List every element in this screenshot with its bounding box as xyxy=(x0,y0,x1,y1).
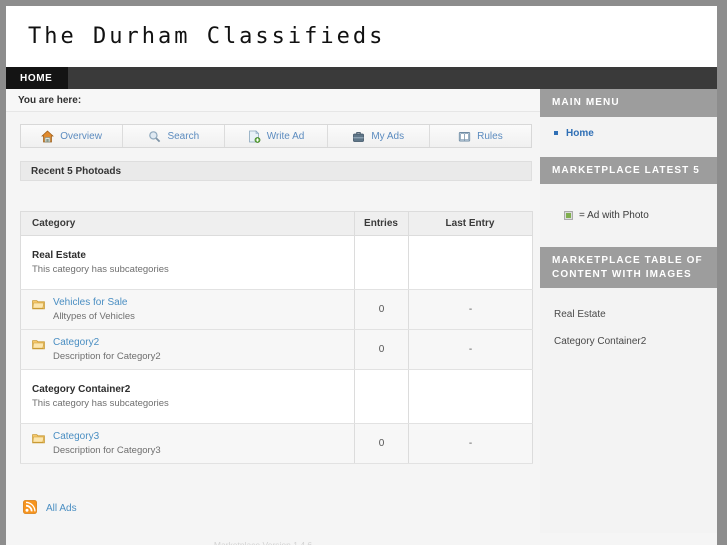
table-header-row: Category Entries Last Entry xyxy=(20,211,533,236)
sidebar-toc-item-real-estate[interactable]: Real Estate xyxy=(554,309,707,320)
sidebar-block-latest: = Ad with Photo xyxy=(540,184,717,247)
recent-photoads-bar: Recent 5 Photoads xyxy=(20,161,532,181)
row-category-link[interactable]: Category2 xyxy=(53,337,161,348)
row-category-cell: Category3 Description for Category3 xyxy=(20,423,355,464)
photo-ad-legend: = Ad with Photo xyxy=(564,210,649,221)
group-blank-last xyxy=(408,235,533,290)
action-my-ads[interactable]: My Ads xyxy=(327,125,430,147)
body-columns: You are here: Overview Search Write Ad M… xyxy=(6,89,717,545)
action-search-label: Search xyxy=(167,130,200,142)
row-category-cell: Category2 Description for Category2 xyxy=(20,329,355,370)
photo-ad-legend-label: = Ad with Photo xyxy=(579,210,649,221)
group-title: Category Container2 xyxy=(32,384,131,395)
column-header-category: Category xyxy=(20,211,355,236)
row-entries: 0 xyxy=(354,289,409,330)
group-blank-last xyxy=(408,369,533,424)
home-icon xyxy=(41,130,55,143)
column-header-last-entry: Last Entry xyxy=(408,211,533,236)
sidebar-heading-main-menu: MAIN MENU xyxy=(540,89,717,117)
action-write-ad-label: Write Ad xyxy=(266,130,305,142)
sidebar-item-home[interactable]: Home xyxy=(554,128,707,139)
category-table: Category Entries Last Entry Real Estate … xyxy=(20,211,533,464)
table-group-row: Category Container2 This category has su… xyxy=(20,369,533,424)
row-category-link[interactable]: Category3 xyxy=(53,431,161,442)
all-ads-label[interactable]: All Ads xyxy=(46,503,77,514)
briefcase-icon xyxy=(352,130,365,143)
action-search[interactable]: Search xyxy=(123,125,226,147)
image-icon xyxy=(564,211,573,220)
footer-version: Marketplace Version 1.4.6 xyxy=(213,540,313,545)
breadcrumb: You are here: xyxy=(6,89,540,112)
sidebar-toc-item-category-container2[interactable]: Category Container2 xyxy=(554,336,707,347)
folder-icon xyxy=(32,339,45,350)
table-row: Category2 Description for Category2 0 - xyxy=(20,329,533,370)
nav-tab-home[interactable]: HOME xyxy=(6,67,69,89)
table-row: Vehicles for Sale Alltypes of Vehicles 0… xyxy=(20,289,533,330)
row-text-wrap: Vehicles for Sale Alltypes of Vehicles xyxy=(53,297,135,322)
action-rules-label: Rules xyxy=(477,130,503,142)
sidebar-heading-latest: MARKETPLACE LATEST 5 xyxy=(540,156,717,184)
sidebar-block-main-menu: Home xyxy=(540,116,717,157)
page-title: The Durham Classifieds xyxy=(28,24,386,49)
book-icon xyxy=(458,130,471,143)
table-group-row: Real Estate This category has subcategor… xyxy=(20,235,533,290)
sidebar: MAIN MENU Home MARKETPLACE LATEST 5 = Ad… xyxy=(540,89,717,533)
page-frame: The Durham Classifieds HOME You are here… xyxy=(0,0,727,545)
row-last-entry: - xyxy=(408,423,533,464)
row-category-description: Description for Category3 xyxy=(53,445,161,456)
action-toolbar: Overview Search Write Ad My Ads Rules xyxy=(20,124,532,148)
group-blank-entries xyxy=(354,235,409,290)
action-overview[interactable]: Overview xyxy=(21,125,124,147)
masthead: The Durham Classifieds xyxy=(6,6,717,67)
row-category-link[interactable]: Vehicles for Sale xyxy=(53,297,135,308)
search-icon xyxy=(148,130,161,143)
bullet-icon xyxy=(554,131,558,135)
rss-icon xyxy=(23,500,37,517)
row-category-cell: Vehicles for Sale Alltypes of Vehicles xyxy=(20,289,355,330)
sidebar-block-toc: Real Estate Category Container2 xyxy=(540,288,717,533)
group-blank-entries xyxy=(354,369,409,424)
row-text-wrap: Category3 Description for Category3 xyxy=(53,431,161,456)
group-cell: Real Estate This category has subcategor… xyxy=(20,235,355,290)
row-category-description: Alltypes of Vehicles xyxy=(53,311,135,322)
column-header-entries: Entries xyxy=(354,211,409,236)
row-text-wrap: Category2 Description for Category2 xyxy=(53,337,161,362)
footer: Marketplace Version 1.4.6 (c) 2005-2008 … xyxy=(20,539,532,545)
action-write-ad[interactable]: Write Ad xyxy=(225,125,328,147)
main-content: You are here: Overview Search Write Ad M… xyxy=(6,89,540,545)
row-last-entry: - xyxy=(408,289,533,330)
new-document-icon xyxy=(248,129,261,143)
folder-icon xyxy=(32,433,45,444)
row-category-description: Description for Category2 xyxy=(53,351,161,362)
action-overview-label: Overview xyxy=(60,130,102,142)
row-entries: 0 xyxy=(354,329,409,370)
content-inner: Overview Search Write Ad My Ads Rules Re… xyxy=(6,112,540,545)
action-rules[interactable]: Rules xyxy=(429,125,532,147)
sidebar-heading-toc: MARKETPLACE TABLE OF CONTENT WITH IMAGES xyxy=(540,247,717,288)
page: The Durham Classifieds HOME You are here… xyxy=(6,6,717,545)
all-ads-feed[interactable]: All Ads xyxy=(20,500,532,517)
folder-icon xyxy=(32,299,45,310)
table-row: Category3 Description for Category3 0 - xyxy=(20,423,533,464)
group-title: Real Estate xyxy=(32,250,86,261)
action-my-ads-label: My Ads xyxy=(371,130,405,142)
group-subtitle: This category has subcategories xyxy=(32,264,169,275)
group-subtitle: This category has subcategories xyxy=(32,398,169,409)
sidebar-item-home-label: Home xyxy=(566,127,594,139)
main-navbar: HOME xyxy=(6,67,717,89)
group-cell: Category Container2 This category has su… xyxy=(20,369,355,424)
row-last-entry: - xyxy=(408,329,533,370)
row-entries: 0 xyxy=(354,423,409,464)
